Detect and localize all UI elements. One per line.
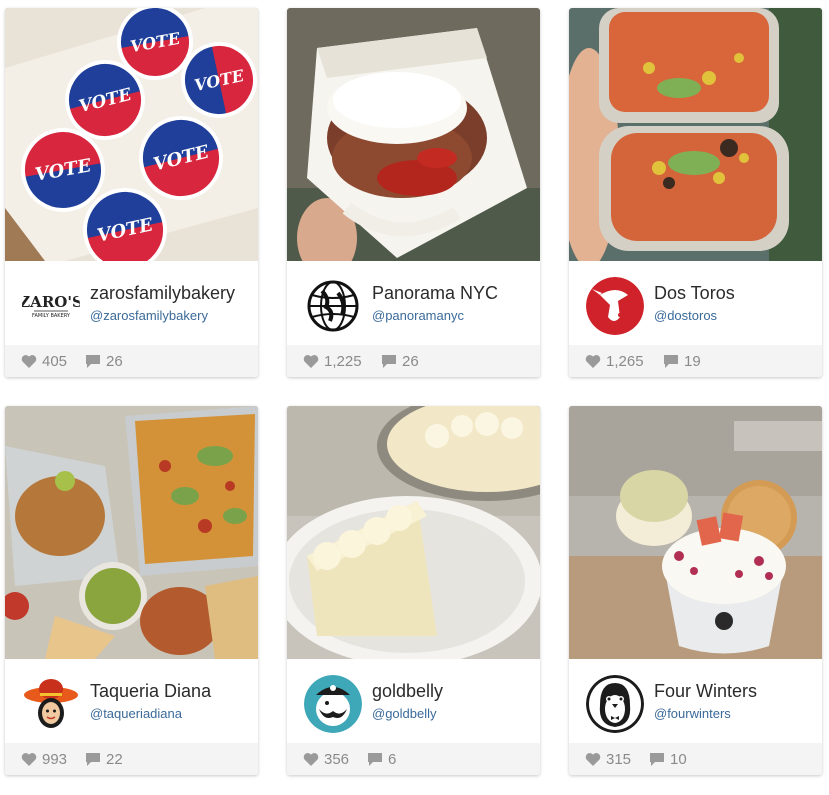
- heart-icon: [21, 753, 37, 766]
- like-count: 356: [324, 751, 350, 768]
- post-info: Panorama NYC @panoramanyc: [287, 261, 540, 345]
- comment-count: 19: [684, 353, 701, 370]
- post-stats: 993 22: [5, 743, 258, 775]
- post-info: Four Winters @fourwinters: [569, 659, 822, 743]
- post-photo-ice-cream-sundae[interactable]: [569, 406, 822, 659]
- post-info: Taqueria Diana @taqueriadiana: [5, 659, 258, 743]
- heart-icon: [303, 355, 319, 368]
- post-stats: 1,225 26: [287, 345, 540, 377]
- account-name[interactable]: zarosfamilybakery: [90, 283, 235, 304]
- comment-bubble-icon: [664, 355, 678, 368]
- account-handle[interactable]: @dostoros: [654, 308, 717, 323]
- like-count: 993: [42, 751, 68, 768]
- post-card[interactable]: VOTE VOTE VOTE VOTE VOTE VOTE ZARO'S FAM…: [5, 8, 258, 377]
- post-card[interactable]: Panorama NYC @panoramanyc 1,225 26: [287, 8, 540, 377]
- comment-bubble-icon: [86, 355, 100, 368]
- avatar[interactable]: [586, 277, 644, 335]
- post-info: goldbelly @goldbelly: [287, 659, 540, 743]
- post-photo-bao-bun[interactable]: [287, 8, 540, 261]
- post-card[interactable]: Dos Toros @dostoros 1,265 19: [569, 8, 822, 377]
- comment-count: 22: [106, 751, 123, 768]
- post-photo-vote-cookies[interactable]: VOTE VOTE VOTE VOTE VOTE VOTE: [5, 8, 258, 261]
- account-name[interactable]: Four Winters: [654, 681, 757, 702]
- post-stats: 356 6: [287, 743, 540, 775]
- comment-bubble-icon: [86, 753, 100, 766]
- like-count: 315: [606, 751, 632, 768]
- post-photo-burrito[interactable]: [569, 8, 822, 261]
- comment-count: 6: [388, 751, 397, 768]
- account-handle[interactable]: @fourwinters: [654, 706, 731, 721]
- post-card[interactable]: goldbelly @goldbelly 356 6: [287, 406, 540, 775]
- account-name[interactable]: Panorama NYC: [372, 283, 498, 304]
- avatar[interactable]: [586, 675, 644, 733]
- account-handle[interactable]: @goldbelly: [372, 706, 437, 721]
- post-stats: 1,265 19: [569, 345, 822, 377]
- post-photo-key-lime-pie[interactable]: [287, 406, 540, 659]
- avatar[interactable]: [22, 675, 80, 733]
- post-stats: 405 26: [5, 345, 258, 377]
- heart-icon: [21, 355, 37, 368]
- post-stats: 315 10: [569, 743, 822, 775]
- account-handle[interactable]: @zarosfamilybakery: [90, 308, 208, 323]
- comment-count: 10: [670, 751, 687, 768]
- post-card[interactable]: Taqueria Diana @taqueriadiana 993 22: [5, 406, 258, 775]
- svg-text:ZARO'S: ZARO'S: [22, 293, 80, 311]
- comment-bubble-icon: [382, 355, 396, 368]
- account-name[interactable]: Taqueria Diana: [90, 681, 211, 702]
- account-name[interactable]: goldbelly: [372, 681, 443, 702]
- like-count: 1,225: [324, 353, 362, 370]
- avatar[interactable]: [304, 675, 362, 733]
- heart-icon: [585, 355, 601, 368]
- comment-bubble-icon: [368, 753, 382, 766]
- comment-count: 26: [106, 353, 123, 370]
- heart-icon: [303, 753, 319, 766]
- account-name[interactable]: Dos Toros: [654, 283, 735, 304]
- account-handle[interactable]: @taqueriadiana: [90, 706, 182, 721]
- comment-count: 26: [402, 353, 419, 370]
- like-count: 405: [42, 353, 68, 370]
- heart-icon: [585, 753, 601, 766]
- like-count: 1,265: [606, 353, 644, 370]
- avatar[interactable]: [304, 277, 362, 335]
- avatar[interactable]: ZARO'S FAMILY BAKERY: [22, 277, 80, 335]
- post-info: Dos Toros @dostoros: [569, 261, 822, 345]
- comment-bubble-icon: [650, 753, 664, 766]
- post-card[interactable]: Four Winters @fourwinters 315 10: [569, 406, 822, 775]
- post-photo-nachos-spread[interactable]: [5, 406, 258, 659]
- post-info: ZARO'S FAMILY BAKERY zarosfamilybakery @…: [5, 261, 258, 345]
- account-handle[interactable]: @panoramanyc: [372, 308, 464, 323]
- svg-text:FAMILY BAKERY: FAMILY BAKERY: [32, 313, 71, 319]
